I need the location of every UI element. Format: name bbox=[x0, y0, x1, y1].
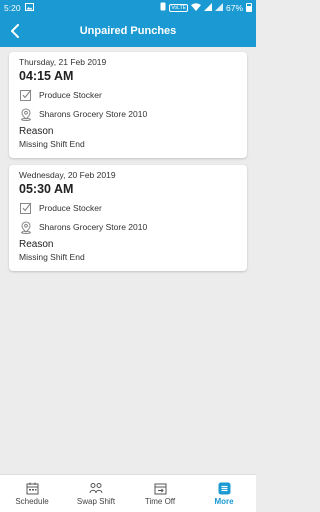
signal-icon bbox=[214, 2, 223, 13]
location-name: Sharons Grocery Store 2010 bbox=[39, 109, 148, 119]
volte-badge: VoLTE bbox=[169, 3, 188, 12]
punch-card[interactable]: Thursday, 21 Feb 2019 04:15 AM Produce S… bbox=[9, 52, 247, 158]
position-row: Produce Stocker bbox=[19, 89, 237, 101]
punch-time: 04:15 AM bbox=[19, 69, 74, 83]
punch-date: Wednesday, 20 Feb 2019 bbox=[19, 170, 116, 180]
battery-percent: 67% bbox=[225, 2, 243, 13]
app-header: Unpaired Punches bbox=[0, 15, 256, 47]
location-row: Sharons Grocery Store 2010 bbox=[19, 220, 237, 234]
battery-icon bbox=[246, 3, 252, 12]
image-icon bbox=[24, 2, 34, 13]
status-bar: 5:20 VoLTE 67% bbox=[0, 0, 256, 15]
checkbox-icon bbox=[19, 201, 33, 215]
phone-icon bbox=[160, 2, 166, 13]
punch-time: 05:30 AM bbox=[19, 182, 74, 196]
punch-card[interactable]: Wednesday, 20 Feb 2019 05:30 AM Produce … bbox=[9, 165, 247, 271]
reason-label: Reason bbox=[19, 126, 54, 137]
signal-icon bbox=[203, 2, 212, 13]
position-row: Produce Stocker bbox=[19, 202, 237, 214]
reason-label: Reason bbox=[19, 239, 54, 250]
calendar-icon bbox=[25, 481, 39, 495]
punch-list: Thursday, 21 Feb 2019 04:15 AM Produce S… bbox=[9, 52, 247, 278]
reason-value: Missing Shift End bbox=[19, 252, 85, 262]
nav-label: More bbox=[214, 497, 234, 506]
swap-icon bbox=[89, 481, 103, 495]
punch-date: Thursday, 21 Feb 2019 bbox=[19, 57, 107, 67]
bottom-nav: Schedule Swap Shift Time Off More bbox=[0, 474, 256, 512]
time-off-icon bbox=[153, 481, 167, 495]
location-name: Sharons Grocery Store 2010 bbox=[39, 222, 148, 232]
more-icon bbox=[217, 481, 231, 495]
position-name: Produce Stocker bbox=[39, 90, 102, 100]
nav-label: Time Off bbox=[144, 497, 176, 506]
nav-more[interactable]: More bbox=[192, 475, 256, 512]
chevron-left-icon[interactable] bbox=[6, 22, 24, 40]
location-row: Sharons Grocery Store 2010 bbox=[19, 107, 237, 121]
nav-label: Swap Shift bbox=[76, 497, 116, 506]
position-name: Produce Stocker bbox=[39, 203, 102, 213]
checkbox-icon bbox=[19, 88, 33, 102]
nav-swap-shift[interactable]: Swap Shift bbox=[64, 475, 128, 512]
status-time: 5:20 bbox=[4, 2, 21, 13]
nav-time-off[interactable]: Time Off bbox=[128, 475, 192, 512]
nav-label: Schedule bbox=[15, 497, 49, 506]
wifi-icon bbox=[190, 2, 201, 13]
location-pin-icon bbox=[19, 220, 33, 234]
page-title: Unpaired Punches bbox=[79, 25, 177, 37]
reason-value: Missing Shift End bbox=[19, 139, 85, 149]
location-pin-icon bbox=[19, 107, 33, 121]
nav-schedule[interactable]: Schedule bbox=[0, 475, 64, 512]
